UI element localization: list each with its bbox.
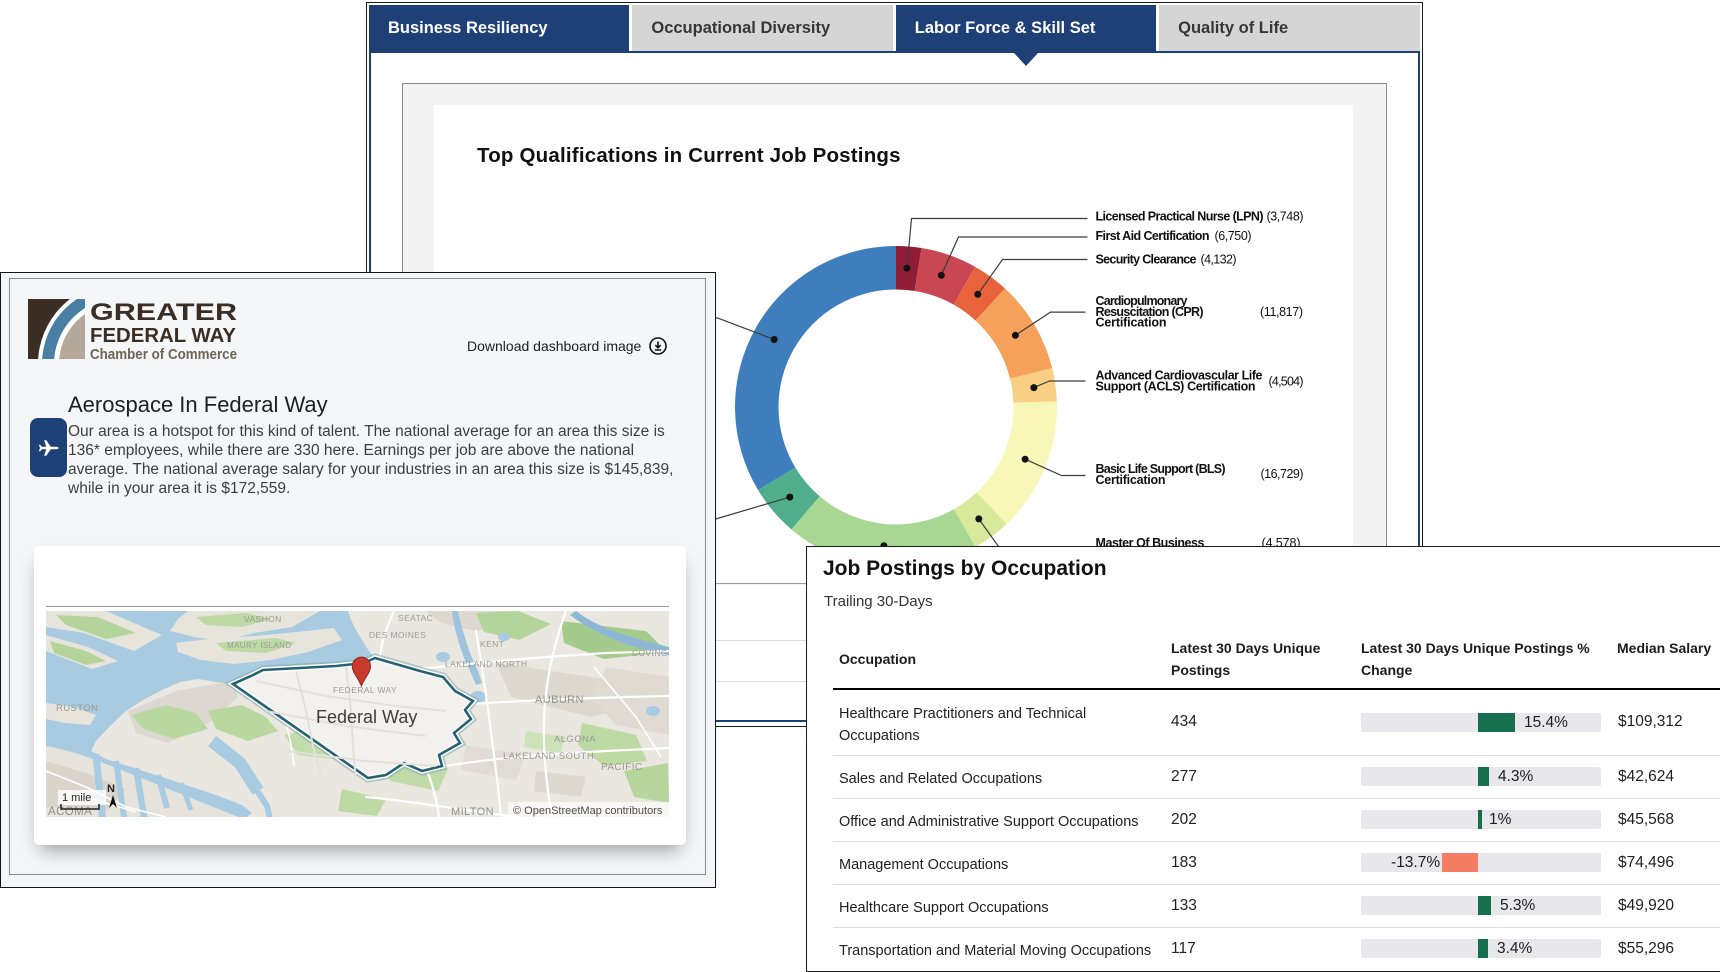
svg-text:(6,750): (6,750) <box>1215 229 1252 243</box>
svg-text:LAKELAND SOUTH: LAKELAND SOUTH <box>503 751 594 762</box>
svg-text:FEDERAL WAY: FEDERAL WAY <box>90 325 237 347</box>
svg-text:Chamber of Commerce: Chamber of Commerce <box>90 346 237 362</box>
svg-text:AUBURN: AUBURN <box>535 694 584 706</box>
svg-text:ACOMA: ACOMA <box>48 806 92 817</box>
svg-text:1 mile: 1 mile <box>62 792 91 804</box>
svg-text:VASHON: VASHON <box>244 614 282 624</box>
svg-text:Support (ACLS) Certification: Support (ACLS) Certification <box>1096 379 1256 393</box>
svg-text:Federal Way: Federal Way <box>316 707 417 727</box>
svg-text:RUSTON: RUSTON <box>56 703 98 714</box>
svg-text:Licensed Practical Nurse (LPN): Licensed Practical Nurse (LPN) <box>1096 210 1264 224</box>
svg-text:FEDERAL WAY: FEDERAL WAY <box>333 685 397 695</box>
svg-text:First Aid Certification: First Aid Certification <box>1096 229 1210 243</box>
svg-text:(4,132): (4,132) <box>1201 253 1237 267</box>
svg-text:COVING: COVING <box>632 648 668 658</box>
svg-text:PACIFIC: PACIFIC <box>601 762 643 773</box>
svg-text:N: N <box>107 783 115 795</box>
svg-text:(11,817): (11,817) <box>1260 305 1303 319</box>
svg-text:KENT: KENT <box>480 639 504 649</box>
svg-text:Certification: Certification <box>1096 473 1166 487</box>
svg-text:MILTON: MILTON <box>451 806 494 817</box>
svg-text:Certification: Certification <box>1096 316 1167 330</box>
svg-text:(4,504): (4,504) <box>1269 375 1304 389</box>
svg-text:SEATAC: SEATAC <box>398 613 433 623</box>
svg-text:ALGONA: ALGONA <box>554 734 596 745</box>
svg-text:GREATER: GREATER <box>90 299 237 326</box>
svg-text:LAKELAND NORTH: LAKELAND NORTH <box>445 659 527 669</box>
svg-text:MAURY ISLAND: MAURY ISLAND <box>227 641 292 650</box>
svg-text:© OpenStreetMap contributors: © OpenStreetMap contributors <box>513 805 663 817</box>
svg-text:DES MOINES: DES MOINES <box>369 630 426 640</box>
svg-text:Security Clearance: Security Clearance <box>1096 253 1197 267</box>
svg-text:(16,729): (16,729) <box>1261 467 1304 481</box>
svg-text:(3,748): (3,748) <box>1267 210 1304 224</box>
